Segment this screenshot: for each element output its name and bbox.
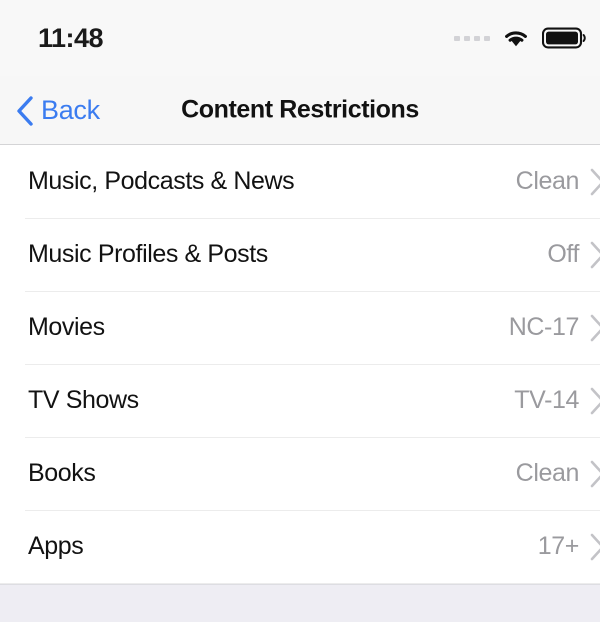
back-button-label: Back xyxy=(41,94,100,125)
list-item-accessory: TV-14 xyxy=(514,385,600,417)
chevron-right-icon xyxy=(590,314,600,341)
list-item-music-profiles-posts[interactable]: Music Profiles & Posts Off xyxy=(0,218,600,291)
chevron-right-icon xyxy=(590,241,600,268)
content-restrictions-list: Music, Podcasts & News Clean Music Profi… xyxy=(0,145,600,583)
list-item-apps[interactable]: Apps 17+ xyxy=(0,510,600,583)
chevron-left-icon xyxy=(17,95,33,126)
list-item-music-podcasts-news[interactable]: Music, Podcasts & News Clean xyxy=(0,145,600,218)
list-item-label: Apps xyxy=(28,532,84,560)
list-item-value: NC-17 xyxy=(508,313,580,341)
list-item-tv-shows[interactable]: TV Shows TV-14 xyxy=(0,364,600,437)
list-item-value: Clean xyxy=(515,459,580,487)
list-item-accessory: Clean xyxy=(516,458,600,490)
list-item-movies[interactable]: Movies NC-17 xyxy=(0,291,600,364)
back-button[interactable]: Back xyxy=(0,93,100,128)
chevron-right-icon xyxy=(590,533,600,560)
navigation-bar: Back Content Restrictions xyxy=(0,76,600,145)
list-item-value: TV-14 xyxy=(514,386,579,414)
signal-dots-icon xyxy=(454,35,490,41)
list-item-books[interactable]: Books Clean xyxy=(0,437,600,510)
list-item-accessory: Off xyxy=(547,239,600,271)
chevron-right-icon xyxy=(590,168,600,195)
wifi-icon xyxy=(505,31,527,47)
list-item-accessory: Clean xyxy=(516,166,600,198)
list-item-label: Music, Podcasts & News xyxy=(28,167,295,195)
list-item-value: Off xyxy=(547,240,579,268)
list-item-accessory: NC-17 xyxy=(509,312,600,344)
list-item-label: TV Shows xyxy=(28,386,139,414)
settings-screen: 11:48 Back Content Restrictions Music, P… xyxy=(0,0,600,622)
status-bar: 11:48 xyxy=(0,0,600,76)
list-item-value: Clean xyxy=(515,167,580,195)
list-item-label: Books xyxy=(28,459,96,487)
footer-area xyxy=(0,584,600,622)
chevron-right-icon xyxy=(590,387,600,414)
status-bar-time: 11:48 xyxy=(38,22,104,53)
list-item-label: Music Profiles & Posts xyxy=(28,240,268,268)
list-item-label: Movies xyxy=(28,313,105,341)
status-bar-indicators xyxy=(454,27,588,49)
list-item-value: 17+ xyxy=(537,532,580,560)
battery-full-icon xyxy=(542,27,586,49)
chevron-right-icon xyxy=(590,460,600,487)
list-item-accessory: 17+ xyxy=(538,531,600,563)
